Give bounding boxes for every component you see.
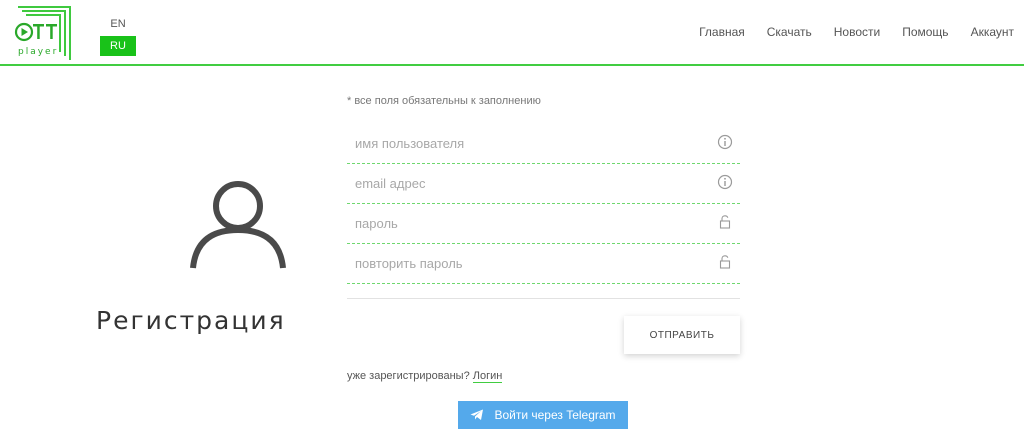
password-input[interactable] <box>355 212 705 234</box>
info-icon[interactable] <box>717 174 733 190</box>
language-switcher: EN RU <box>100 14 136 56</box>
nav-news[interactable]: Новости <box>834 22 880 42</box>
already-registered: уже зарегистрированы? Логин <box>347 370 503 383</box>
telegram-icon <box>470 409 484 420</box>
submit-button[interactable]: ОТПРАВИТЬ <box>624 316 740 354</box>
lang-en-button[interactable]: EN <box>100 14 136 34</box>
ott-player-logo[interactable]: player <box>12 4 76 60</box>
info-icon[interactable] <box>717 134 733 150</box>
lock-icon <box>719 255 731 269</box>
repeat-password-field <box>347 244 740 284</box>
nav-account[interactable]: Аккаунт <box>971 22 1014 42</box>
nav-help[interactable]: Помощь <box>902 22 948 42</box>
main-nav: Главная Скачать Новости Помощь Аккаунт <box>677 22 1014 42</box>
email-field <box>347 164 740 204</box>
nav-download[interactable]: Скачать <box>767 22 812 42</box>
form-divider <box>347 298 740 299</box>
telegram-button-label: Войти через Telegram <box>494 408 616 422</box>
already-registered-text: уже зарегистрированы? <box>347 370 470 382</box>
site-header: player EN RU Главная Скачать Новости Пом… <box>0 0 1024 66</box>
repeat-password-input[interactable] <box>355 252 705 274</box>
username-input[interactable] <box>355 132 705 154</box>
password-field <box>347 204 740 244</box>
lang-ru-button[interactable]: RU <box>100 36 136 56</box>
lock-icon <box>719 215 731 229</box>
svg-text:player: player <box>18 47 58 57</box>
email-input[interactable] <box>355 172 705 194</box>
page-title: Регистрация <box>96 306 286 335</box>
nav-home[interactable]: Главная <box>699 22 745 42</box>
login-link[interactable]: Логин <box>472 370 503 383</box>
user-icon <box>190 181 286 269</box>
required-note: * все поля обязательны к заполнению <box>347 95 541 107</box>
username-field <box>347 124 740 164</box>
telegram-login-button[interactable]: Войти через Telegram <box>458 401 628 429</box>
